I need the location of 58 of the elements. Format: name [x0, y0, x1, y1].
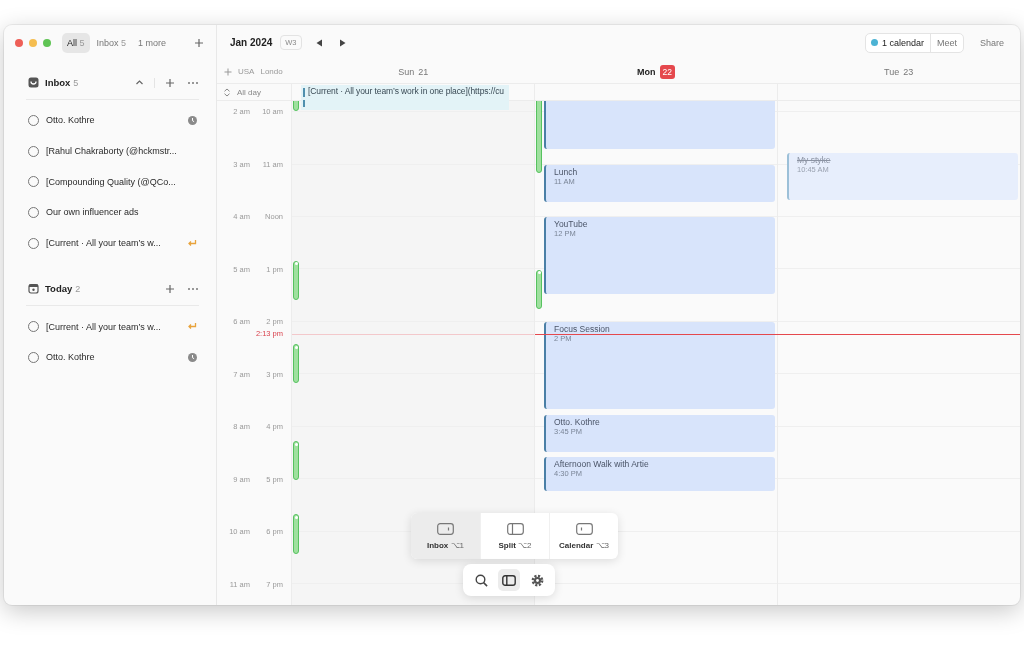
task-title[interactable]: Otto. Kothre: [46, 115, 181, 126]
inbox-view-icon: [437, 522, 454, 535]
section-title: Today: [45, 283, 73, 295]
split-view-button[interactable]: [498, 569, 520, 591]
task-title[interactable]: [Rahul Chakraborty (@hckmstr...: [46, 146, 197, 157]
search-icon: [474, 573, 488, 587]
all-day-event[interactable]: [Current · All your team’s work in one place](https://cu: [301, 85, 509, 110]
section-title: Inbox: [45, 77, 71, 88]
filter-tab[interactable]: Inbox 5: [91, 32, 132, 53]
activity-marker: [536, 101, 542, 173]
day-label: Tue: [884, 66, 900, 77]
date-label: 23: [903, 66, 914, 77]
add-timezone-icon[interactable]: [224, 67, 232, 76]
next-icon[interactable]: [338, 38, 346, 47]
calendars-button[interactable]: 1 calendar: [865, 33, 931, 52]
all-day-label: All day: [237, 87, 261, 97]
add-icon[interactable]: [165, 283, 175, 294]
task-title[interactable]: Otto. Kothre: [46, 352, 181, 363]
month-title: Jan 2024: [230, 37, 273, 48]
close-window-button[interactable]: [15, 38, 23, 47]
view-button[interactable]: Calendar ⌥3: [549, 513, 618, 559]
timezone-label: Londo: [260, 67, 283, 76]
split-view-icon: [506, 522, 524, 535]
activity-marker: [536, 269, 542, 310]
day-label: Mon: [637, 66, 656, 77]
clock-icon: [188, 115, 197, 125]
return-arrow-icon: [187, 322, 197, 332]
share-button[interactable]: Share: [975, 33, 1008, 52]
filter-tab[interactable]: All 5: [62, 32, 90, 53]
previous-icon[interactable]: [315, 38, 323, 47]
settings-icon: [530, 573, 544, 587]
task-title[interactable]: [Current · All your team’s w...: [46, 238, 180, 249]
day-label: Sun: [398, 66, 415, 77]
clock-icon: [188, 352, 197, 362]
section-count: 5: [73, 77, 79, 88]
timezone-label: USA: [238, 67, 255, 76]
calendar-icon: [28, 283, 39, 295]
view-button[interactable]: Split ⌥2: [480, 513, 549, 559]
section-count: 2: [75, 283, 81, 294]
more-icon[interactable]: [187, 80, 199, 85]
more-icon[interactable]: [187, 286, 199, 291]
add-icon[interactable]: [165, 77, 175, 88]
expand-icon[interactable]: [223, 87, 231, 97]
caret-up-icon[interactable]: [135, 78, 144, 87]
filter-tab[interactable]: 1 more: [133, 32, 172, 53]
date-badge: 22: [659, 64, 675, 79]
inbox-icon: [28, 77, 39, 88]
zoom-window-button[interactable]: [43, 38, 51, 47]
task-title[interactable]: [Compounding Quality (@QCo...: [46, 176, 197, 187]
meet-button[interactable]: Meet: [930, 33, 963, 52]
task-title[interactable]: [Current · All your team’s w...: [46, 321, 180, 332]
view-button[interactable]: Inbox ⌥1: [411, 513, 480, 559]
return-arrow-icon: [187, 238, 197, 248]
add-icon[interactable]: [194, 37, 204, 48]
date-label: 21: [418, 66, 429, 77]
calendar-view-icon: [575, 522, 593, 535]
task-title[interactable]: Our own influencer ads: [46, 207, 197, 218]
split-view-icon: [502, 574, 516, 586]
